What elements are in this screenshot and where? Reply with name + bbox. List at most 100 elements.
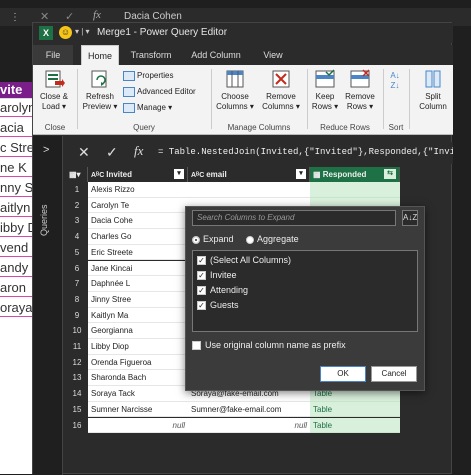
search-columns-input[interactable]: Search Columns to Expand [192, 210, 396, 226]
split-column-button[interactable]: Split Column [413, 69, 453, 112]
sheet-cell[interactable]: c Stre [0, 140, 36, 157]
cell-invited[interactable]: Georgianna [88, 323, 188, 339]
cell-invited[interactable]: Jinny Stree [88, 291, 188, 308]
sheet-cell[interactable]: andy [0, 260, 36, 277]
cell-invited[interactable]: Dacia Cohe [88, 213, 188, 230]
cell-email[interactable] [188, 182, 310, 198]
close-load-button[interactable]: Close & Load ▾ [35, 69, 73, 112]
tab-file[interactable]: File [33, 45, 73, 65]
cell-invited[interactable]: Jane Kincai [88, 260, 188, 277]
title-bar: X ☺ ▾ | ▾ Merge1 - Power Query Editor [33, 23, 453, 43]
formula-input[interactable]: = Table.NestedJoin(Invited,{"Invited"},R… [158, 147, 453, 157]
row-number[interactable]: 2 [66, 197, 88, 214]
sheet-cell[interactable]: arolyn [0, 100, 36, 117]
table-menu-icon[interactable]: ▦▾ [66, 167, 88, 182]
refresh-preview-button[interactable]: Refresh Preview ▾ [79, 69, 121, 112]
row-number[interactable]: 12 [66, 354, 88, 371]
sheet-cell[interactable]: aitlyn [0, 200, 36, 217]
confirm-formula-icon[interactable]: ✓ [106, 144, 118, 161]
cell-responded[interactable]: Table [310, 417, 400, 434]
column-header-responded[interactable]: ▦ Responded ⇆ [310, 167, 400, 182]
column-checkbox[interactable]: ✓ Invitee [197, 270, 237, 281]
sheet-cell[interactable]: ne K [0, 160, 36, 177]
tab-home[interactable]: Home [81, 45, 119, 65]
cell-invited[interactable]: Charles Go [88, 229, 188, 245]
ok-button[interactable]: OK [320, 366, 366, 382]
keep-rows-button[interactable]: Keep Rows ▾ [309, 69, 341, 112]
row-number[interactable]: 1 [66, 182, 88, 198]
sheet-cell[interactable]: vend [0, 240, 36, 257]
remove-rows-button[interactable]: Remove Rows ▾ [342, 69, 378, 112]
cell-invited[interactable]: Kaitlyn Ma [88, 307, 188, 324]
choose-columns-button[interactable]: Choose Columns ▾ [213, 69, 257, 112]
column-header-email[interactable]: AᴮC email ▾ [188, 167, 310, 182]
column-checkbox[interactable]: ✓ Guests [197, 300, 239, 311]
column-checkbox[interactable]: ✓ (Select All Columns) [197, 255, 291, 266]
cell-invited[interactable]: Carolyn Te [88, 197, 188, 214]
sort-ascending-button[interactable]: A↓ Z↓ [387, 71, 403, 91]
tab-view[interactable]: View [255, 45, 291, 65]
expand-queries-icon[interactable]: > [43, 144, 49, 156]
cell-invited[interactable]: Sumner Narcisse [88, 401, 188, 418]
expand-radio[interactable]: Expand [192, 234, 234, 244]
filter-dropdown-icon[interactable]: ▾ [174, 169, 184, 179]
manage-button[interactable]: Manage ▾ [123, 103, 172, 113]
row-number[interactable]: 4 [66, 229, 88, 245]
row-number[interactable]: 5 [66, 244, 88, 261]
remove-columns-button[interactable]: Remove Columns ▾ [259, 69, 303, 112]
column-checkbox[interactable]: ✓ Attending [197, 285, 248, 296]
column-header-invited[interactable]: AᴮC Invited ▾ [88, 167, 188, 182]
queries-label[interactable]: Queries [39, 204, 49, 236]
row-number[interactable]: 8 [66, 291, 88, 308]
sort-columns-button[interactable]: A↓Z [402, 210, 418, 226]
cell-invited[interactable]: Orenda Figueroa [88, 354, 188, 371]
row-number[interactable]: 7 [66, 276, 88, 292]
expand-column-icon[interactable]: ⇆ [384, 169, 396, 179]
row-number[interactable]: 11 [66, 339, 88, 355]
fx-icon[interactable]: fx [93, 9, 101, 21]
cell-responded[interactable]: Table [310, 401, 400, 418]
smiley-icon[interactable]: ☺ [59, 26, 72, 39]
cell-email[interactable]: Sumner@fake-email.com [188, 401, 310, 418]
divider [307, 69, 308, 129]
sheet-cell[interactable]: acia [0, 120, 36, 137]
row-number[interactable]: 9 [66, 307, 88, 324]
cell-invited[interactable]: Eric Streete [88, 244, 188, 261]
cell-invited[interactable]: Soraya Tack [88, 386, 188, 402]
tab-add-column[interactable]: Add Column [186, 45, 246, 65]
row-number[interactable]: 6 [66, 260, 88, 277]
sheet-cell[interactable]: ibby D [0, 220, 36, 237]
cell-invited[interactable]: Libby Diop [88, 339, 188, 355]
row-number[interactable]: 13 [66, 370, 88, 387]
advanced-editor-button[interactable]: Advanced Editor [123, 87, 196, 97]
sheet-cell[interactable]: oraya [0, 300, 36, 317]
cell-responded[interactable] [310, 182, 400, 198]
cell-value[interactable]: Dacia Cohen [124, 11, 182, 22]
aggregate-radio[interactable]: Aggregate [246, 234, 299, 244]
row-number[interactable]: 10 [66, 323, 88, 339]
row-number[interactable]: 14 [66, 386, 88, 402]
fx-icon[interactable]: fx [134, 143, 143, 159]
table-row[interactable]: 15 Sumner Narcisse Sumner@fake-email.com Ta… [66, 401, 400, 418]
row-number[interactable]: 3 [66, 213, 88, 230]
filter-dropdown-icon[interactable]: ▾ [296, 169, 306, 179]
sheet-cell[interactable]: aron [0, 280, 36, 297]
table-row[interactable]: 1 Alexis Rizzo [66, 182, 400, 198]
table-row[interactable]: 16 null null Table [66, 417, 400, 434]
cell-invited[interactable]: Alexis Rizzo [88, 182, 188, 198]
tab-transform[interactable]: Transform [123, 45, 179, 65]
row-number[interactable]: 16 [66, 417, 88, 434]
more-icon[interactable]: ⋮ [10, 12, 20, 23]
cancel-formula-icon[interactable]: ✕ [78, 144, 90, 161]
row-number[interactable]: 15 [66, 401, 88, 418]
prefix-checkbox[interactable]: Use original column name as prefix [192, 340, 346, 351]
sheet-cell[interactable]: nny S [0, 180, 36, 197]
cell-invited[interactable]: Sharonda Bach [88, 370, 188, 387]
sheet-cell[interactable]: vite [0, 82, 36, 99]
quick-access-toolbar[interactable]: ▾ | ▾ [75, 27, 90, 36]
cancel-button[interactable]: Cancel [371, 366, 417, 382]
cell-invited[interactable]: Daphnée L [88, 276, 188, 292]
cell-email[interactable]: null [188, 417, 310, 434]
cell-invited[interactable]: null [88, 417, 188, 434]
properties-button[interactable]: Properties [123, 71, 173, 81]
